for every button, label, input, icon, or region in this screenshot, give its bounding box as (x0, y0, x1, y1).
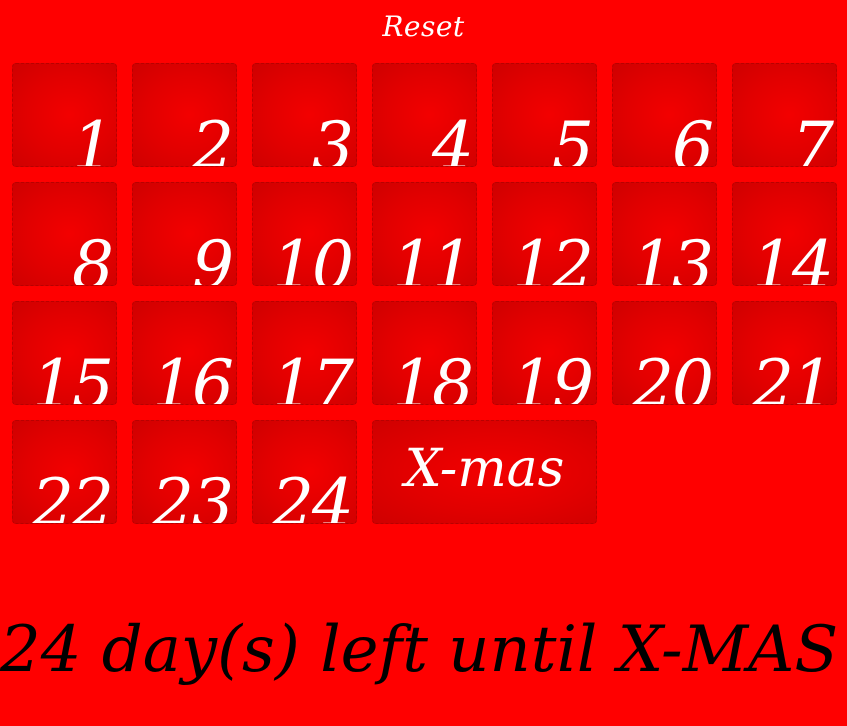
door-7[interactable]: 7 (732, 63, 837, 167)
door-number: 19 (512, 346, 594, 405)
door-14[interactable]: 14 (732, 182, 837, 286)
door-number: 20 (632, 346, 714, 405)
door-number: 5 (552, 108, 594, 167)
door-23[interactable]: 23 (132, 420, 237, 524)
door-1[interactable]: 1 (12, 63, 117, 167)
door-number: 11 (392, 227, 474, 286)
door-number: 10 (272, 227, 354, 286)
door-5[interactable]: 5 (492, 63, 597, 167)
door-3[interactable]: 3 (252, 63, 357, 167)
door-number: 22 (32, 465, 114, 524)
door-16[interactable]: 16 (132, 301, 237, 405)
advent-calendar-grid: 1 2 3 4 5 6 7 8 9 10 11 12 13 14 15 16 1… (12, 63, 837, 524)
door-number: 23 (152, 465, 234, 524)
door-number: 3 (312, 108, 354, 167)
door-4[interactable]: 4 (372, 63, 477, 167)
door-number: 13 (632, 227, 714, 286)
door-number: 1 (72, 108, 114, 167)
door-number: 2 (192, 108, 234, 167)
door-number: 18 (392, 346, 474, 405)
door-number: 4 (432, 108, 474, 167)
countdown-message: 24 day(s) left until X-MAS ! (0, 613, 847, 687)
door-17[interactable]: 17 (252, 301, 357, 405)
door-15[interactable]: 15 (12, 301, 117, 405)
door-21[interactable]: 21 (732, 301, 837, 405)
door-24[interactable]: 24 (252, 420, 357, 524)
door-number: 14 (752, 227, 834, 286)
door-number: 15 (32, 346, 114, 405)
door-9[interactable]: 9 (132, 182, 237, 286)
door-10[interactable]: 10 (252, 182, 357, 286)
door-xmas[interactable]: X-mas (372, 420, 597, 524)
door-22[interactable]: 22 (12, 420, 117, 524)
door-2[interactable]: 2 (132, 63, 237, 167)
door-number: 21 (752, 346, 834, 405)
door-20[interactable]: 20 (612, 301, 717, 405)
door-12[interactable]: 12 (492, 182, 597, 286)
door-number: 9 (192, 227, 234, 286)
door-18[interactable]: 18 (372, 301, 477, 405)
door-13[interactable]: 13 (612, 182, 717, 286)
reset-button[interactable]: Reset (0, 10, 847, 43)
door-8[interactable]: 8 (12, 182, 117, 286)
door-6[interactable]: 6 (612, 63, 717, 167)
door-19[interactable]: 19 (492, 301, 597, 405)
door-number: 12 (512, 227, 594, 286)
door-11[interactable]: 11 (372, 182, 477, 286)
door-number: 8 (72, 227, 114, 286)
door-number: 17 (272, 346, 354, 405)
door-number: X-mas (404, 439, 565, 499)
door-number: 7 (792, 108, 834, 167)
door-number: 16 (152, 346, 234, 405)
door-number: 24 (272, 465, 354, 524)
door-number: 6 (672, 108, 714, 167)
